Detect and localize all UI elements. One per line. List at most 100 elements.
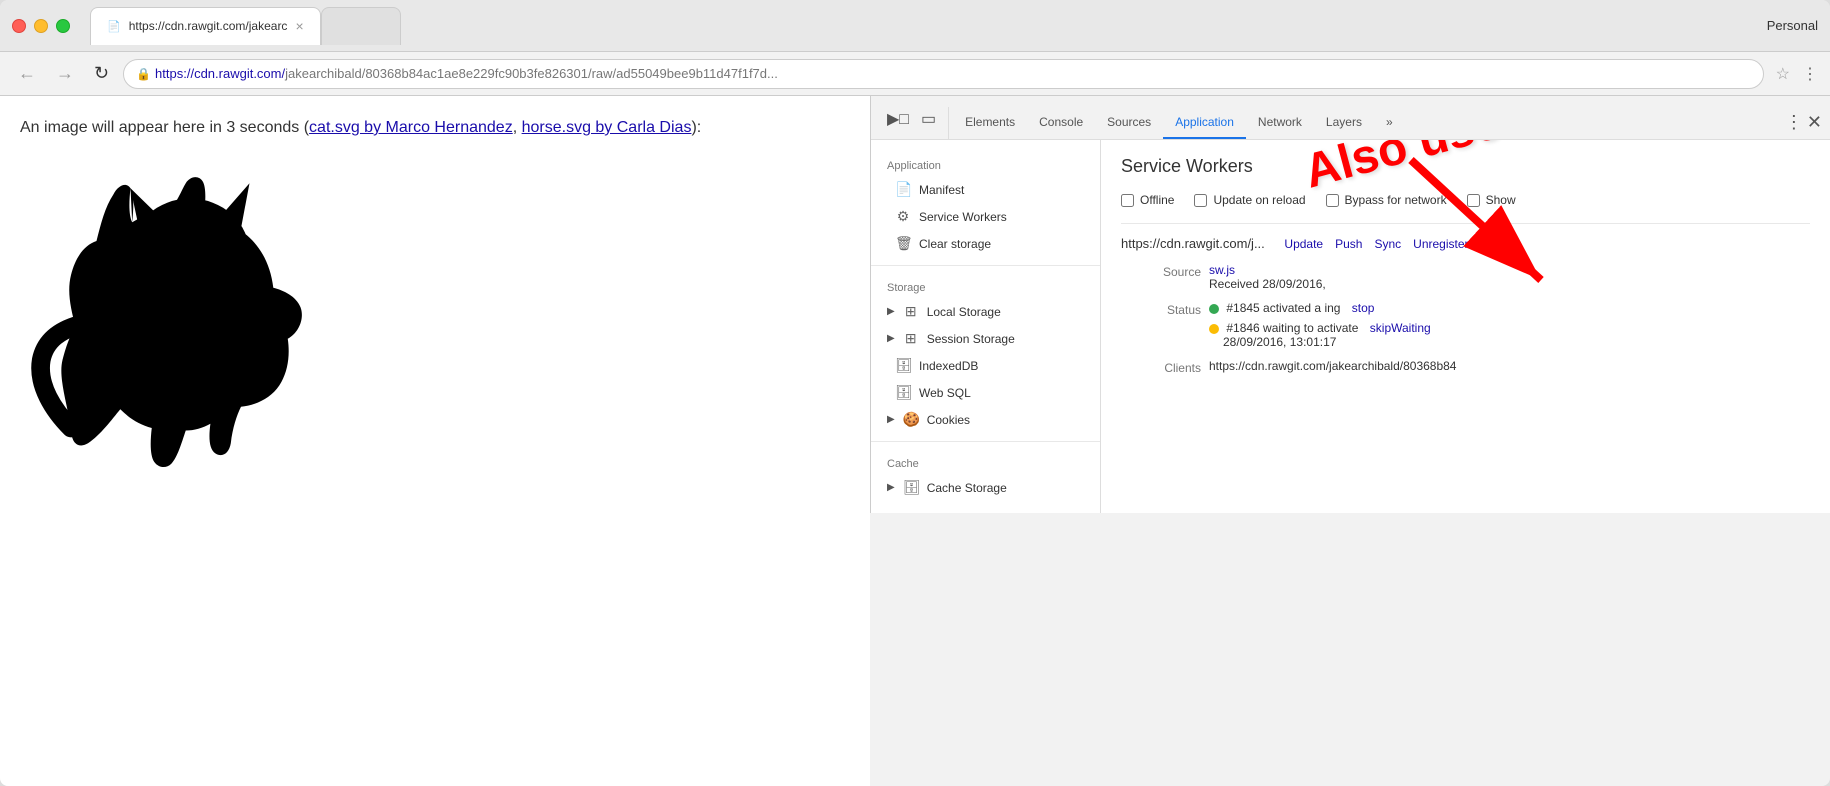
sidebar-item-web-sql[interactable]: 🗄 Web SQL xyxy=(871,379,1100,406)
forward-button[interactable]: → xyxy=(50,59,80,88)
clients-row: Clients https://cdn.rawgit.com/jakearchi… xyxy=(1121,359,1810,375)
offline-checkbox[interactable] xyxy=(1121,194,1134,207)
url-bar[interactable]: 🔒 https://cdn.rawgit.com/jakearchibald/8… xyxy=(123,59,1764,89)
show-option[interactable]: Show xyxy=(1467,193,1516,207)
sw-js-link[interactable]: sw.js xyxy=(1209,263,1235,277)
tab-console[interactable]: Console xyxy=(1027,107,1095,139)
reload-button[interactable]: ↻ xyxy=(88,59,115,88)
profile-label: Personal xyxy=(1767,18,1818,33)
clients-label: Clients xyxy=(1121,359,1201,375)
tab-layers[interactable]: Layers xyxy=(1314,107,1374,139)
status-active: #1845 activated a ing stop xyxy=(1209,301,1810,315)
inspect-element-button[interactable]: ▶□ xyxy=(883,107,913,131)
status-value: #1845 activated a ing stop #1846 waiting… xyxy=(1209,301,1810,349)
sidebar-item-cache-storage[interactable]: ▶ 🗄 Cache Storage xyxy=(871,474,1100,501)
sidebar-section-cache: Cache xyxy=(871,450,1100,474)
active-tab[interactable]: 📄 https://cdn.rawgit.com/jakearc × xyxy=(90,7,321,45)
sidebar-item-label-session-storage: Session Storage xyxy=(927,332,1015,346)
sidebar-item-label-indexeddb: IndexedDB xyxy=(919,359,978,373)
tab-close-button[interactable]: × xyxy=(295,18,303,34)
tab-elements[interactable]: Elements xyxy=(953,107,1027,139)
sidebar-item-indexeddb[interactable]: 🗄 IndexedDB xyxy=(871,352,1100,379)
traffic-lights xyxy=(12,19,70,33)
sidebar-item-manifest[interactable]: 📄 Manifest xyxy=(871,176,1100,203)
sidebar-item-label-manifest: Manifest xyxy=(919,183,964,197)
devtools-more-button[interactable]: ⋮ xyxy=(1785,112,1803,133)
tab-network[interactable]: Network xyxy=(1246,107,1314,139)
page-text: An image will appear here in 3 seconds (… xyxy=(20,116,850,140)
sidebar-item-label-clear-storage: Clear storage xyxy=(919,237,991,251)
sidebar-divider-1 xyxy=(871,265,1100,266)
cookies-arrow-icon: ▶ xyxy=(887,414,895,425)
status-active-text: #1845 activated a xyxy=(1226,301,1321,315)
indexeddb-icon: 🗄 xyxy=(895,357,911,374)
skip-waiting-link[interactable]: skipWaiting xyxy=(1370,321,1431,335)
tab-sources[interactable]: Sources xyxy=(1095,107,1163,139)
address-bar: ← → ↻ 🔒 https://cdn.rawgit.com/jakearchi… xyxy=(0,52,1830,96)
sync-link[interactable]: Sync xyxy=(1374,237,1401,251)
tab-page-icon: 📄 xyxy=(107,20,121,33)
lock-icon: 🔒 xyxy=(136,67,151,81)
tab-application[interactable]: Application xyxy=(1163,107,1246,139)
devtools-tabs: Elements Console Sources Application Net… xyxy=(949,107,1777,139)
cookies-icon: 🍪 xyxy=(903,411,919,428)
sw-origin-url: https://cdn.rawgit.com/j... xyxy=(1121,236,1265,251)
bypass-network-option[interactable]: Bypass for network xyxy=(1326,193,1447,207)
sidebar-section-application: Application xyxy=(871,152,1100,176)
back-button[interactable]: ← xyxy=(12,59,42,88)
stop-link[interactable]: stop xyxy=(1352,301,1375,315)
cat-link[interactable]: cat.svg by Marco Hernandez xyxy=(309,119,513,136)
menu-icon[interactable]: ⋮ xyxy=(1802,64,1818,84)
horse-link[interactable]: horse.svg by Carla Dias xyxy=(522,119,692,136)
sidebar-item-clear-storage[interactable]: 🗑 Clear storage xyxy=(871,230,1100,257)
main-content: An image will appear here in 3 seconds (… xyxy=(0,96,1830,786)
status-waiting-date: 28/09/2016, 13:01:17 xyxy=(1209,335,1336,349)
devtools-main-panel: Service Workers Offline Update on reload xyxy=(1101,140,1830,513)
page-text-after: ): xyxy=(691,119,701,136)
status-waiting: #1846 waiting to activate skipWaiting 28… xyxy=(1209,321,1810,349)
device-toggle-button[interactable]: ▭ xyxy=(917,107,940,131)
update-on-reload-label: Update on reload xyxy=(1213,193,1305,207)
clear-storage-icon: 🗑 xyxy=(895,235,911,252)
tab-bar: 📄 https://cdn.rawgit.com/jakearc × xyxy=(90,7,1759,45)
clients-value: https://cdn.rawgit.com/jakearchibald/803… xyxy=(1209,359,1810,373)
sw-url-row: https://cdn.rawgit.com/j... Update Push … xyxy=(1121,236,1810,251)
sidebar-item-session-storage[interactable]: ▶ ⊞ Session Storage xyxy=(871,325,1100,352)
bypass-network-checkbox[interactable] xyxy=(1326,194,1339,207)
sidebar-item-cookies[interactable]: ▶ 🍪 Cookies xyxy=(871,406,1100,433)
devtools-icon-group: ▶□ ▭ xyxy=(875,107,949,139)
cache-storage-icon: 🗄 xyxy=(903,479,919,496)
show-checkbox[interactable] xyxy=(1467,194,1480,207)
offline-label: Offline xyxy=(1140,193,1174,207)
bypass-network-label: Bypass for network xyxy=(1345,193,1447,207)
service-worker-entry: https://cdn.rawgit.com/j... Update Push … xyxy=(1121,223,1810,375)
update-link[interactable]: Update xyxy=(1284,237,1323,251)
minimize-traffic-light[interactable] xyxy=(34,19,48,33)
unregister-link[interactable]: Unregister xyxy=(1413,237,1468,251)
close-traffic-light[interactable] xyxy=(12,19,26,33)
source-label: Source xyxy=(1121,263,1201,279)
sw-url-actions: Update Push Sync Unregister xyxy=(1284,237,1468,251)
url-host: https://cdn.rawgit.com/ xyxy=(155,66,285,81)
push-link[interactable]: Push xyxy=(1335,237,1362,251)
update-on-reload-option[interactable]: Update on reload xyxy=(1194,193,1305,207)
status-label: Status xyxy=(1121,301,1201,317)
sidebar-section-storage: Storage xyxy=(871,274,1100,298)
tab-more[interactable]: » xyxy=(1374,107,1405,139)
status-row: Status #1845 activated a ing stop xyxy=(1121,301,1810,349)
local-storage-icon: ⊞ xyxy=(903,303,919,320)
cache-storage-arrow-icon: ▶ xyxy=(887,482,895,493)
offline-option[interactable]: Offline xyxy=(1121,193,1174,207)
update-on-reload-checkbox[interactable] xyxy=(1194,194,1207,207)
sidebar-item-label-web-sql: Web SQL xyxy=(919,386,971,400)
status-yellow-dot xyxy=(1209,324,1219,334)
maximize-traffic-light[interactable] xyxy=(56,19,70,33)
sidebar-item-local-storage[interactable]: ▶ ⊞ Local Storage xyxy=(871,298,1100,325)
devtools-close-button[interactable]: ✕ xyxy=(1807,112,1822,133)
devtools-toolbar: ▶□ ▭ Elements Console Sources Applicatio… xyxy=(871,96,1830,140)
sidebar-item-service-workers[interactable]: ⚙ Service Workers xyxy=(871,203,1100,230)
bookmark-icon[interactable]: ☆ xyxy=(1776,64,1790,84)
devtools-actions: ⋮ ✕ xyxy=(1777,112,1830,139)
page-text-between: , xyxy=(513,119,522,136)
new-tab[interactable] xyxy=(321,7,401,45)
